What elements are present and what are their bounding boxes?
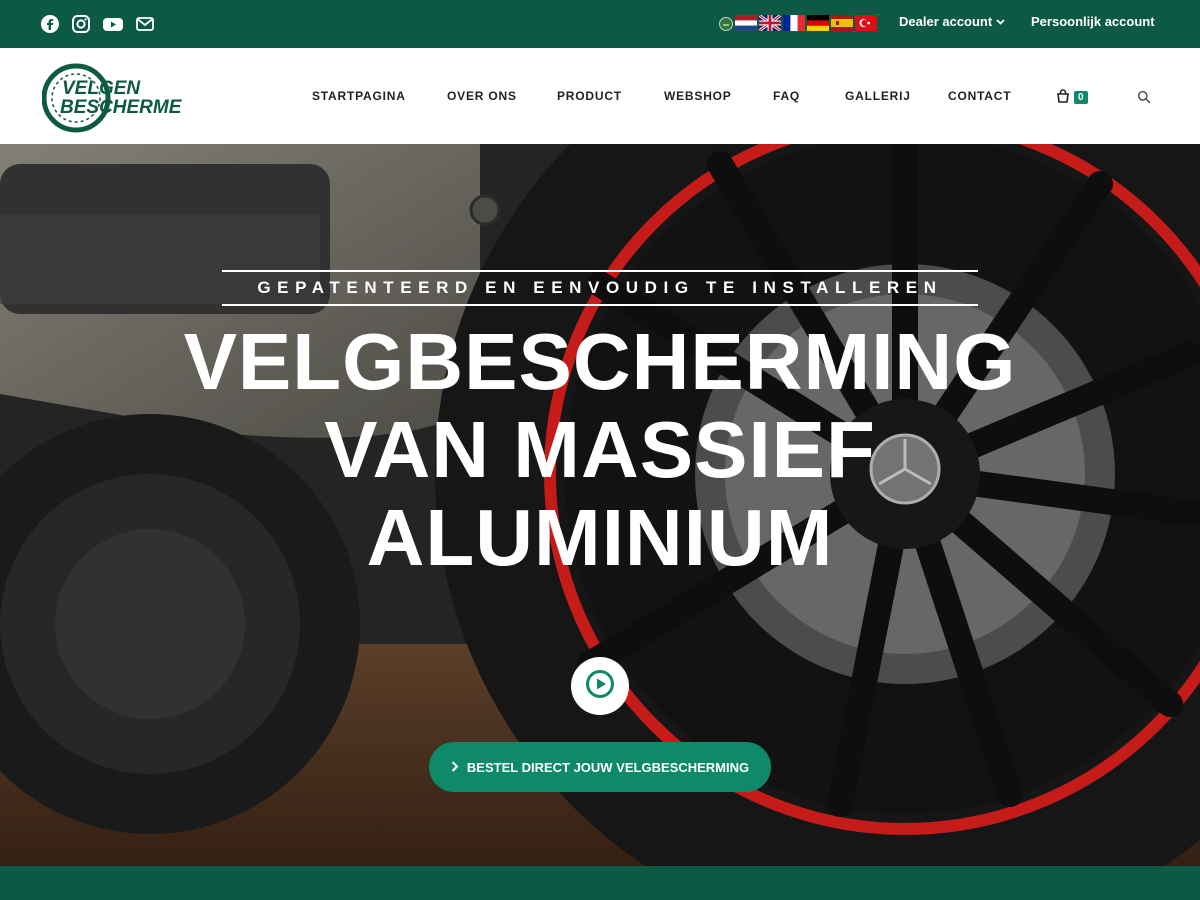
headline-line-1: VELGBESCHERMING xyxy=(183,317,1017,406)
turkey-flag[interactable] xyxy=(855,15,877,31)
search-icon[interactable] xyxy=(1137,89,1151,104)
hero-eyebrow-text: GEPATENTEERD EN EENVOUDIG TE INSTALLEREN xyxy=(257,278,943,297)
play-icon xyxy=(585,669,615,703)
netherlands-flag[interactable] xyxy=(735,15,757,31)
nav-contact[interactable]: CONTACT xyxy=(948,89,1011,103)
bottom-bar xyxy=(0,866,1200,900)
cart-button[interactable]: 0 xyxy=(1056,88,1088,107)
hero-headline: VELGBESCHERMING VAN MASSIEF ALUMINIUM xyxy=(0,318,1200,582)
hero-section: GEPATENTEERD EN EENVOUDIG TE INSTALLEREN… xyxy=(0,144,1200,866)
play-video-button[interactable] xyxy=(571,657,629,715)
spain-flag[interactable] xyxy=(831,15,853,31)
nav-gallerij[interactable]: GALLERIJ xyxy=(845,89,911,103)
nav-product[interactable]: PRODUCT xyxy=(557,89,622,103)
nav-startpagina[interactable]: STARTPAGINA xyxy=(312,89,406,103)
youtube-icon[interactable] xyxy=(102,14,124,34)
language-flags xyxy=(719,13,877,33)
headline-line-2: VAN MASSIEF xyxy=(324,405,876,494)
site-header: VELGEN BESCHERMER STARTPAGINA OVER ONS P… xyxy=(0,48,1200,144)
france-flag[interactable] xyxy=(783,15,805,31)
svg-text:VELGEN: VELGEN xyxy=(62,78,141,99)
velgen-beschermer-logo[interactable]: VELGEN BESCHERMER xyxy=(41,63,195,133)
top-bar: Dealer account Persoonlijk account xyxy=(0,0,1200,48)
chevron-down-icon xyxy=(996,14,1005,29)
uk-flag[interactable] xyxy=(758,13,782,33)
dealer-account-label: Dealer account xyxy=(899,14,993,29)
shopping-bag-icon xyxy=(1056,88,1070,107)
order-cta-label: BESTEL DIRECT JOUW VELGBESCHERMING xyxy=(466,759,750,775)
facebook-icon[interactable] xyxy=(40,14,60,34)
arabic-flag[interactable] xyxy=(719,16,733,31)
instagram-icon[interactable] xyxy=(71,14,91,34)
hero-eyebrow: GEPATENTEERD EN EENVOUDIG TE INSTALLEREN xyxy=(222,270,978,306)
nav-webshop[interactable]: WEBSHOP xyxy=(664,89,732,103)
cart-count-badge: 0 xyxy=(1074,91,1088,104)
order-cta-button[interactable]: BESTEL DIRECT JOUW VELGBESCHERMING xyxy=(429,742,771,792)
germany-flag[interactable] xyxy=(807,15,829,31)
social-links xyxy=(40,14,155,34)
svg-text:BESCHERMER: BESCHERMER xyxy=(60,97,182,118)
email-icon[interactable] xyxy=(135,14,155,34)
nav-over-ons[interactable]: OVER ONS xyxy=(447,89,517,103)
chevron-right-icon xyxy=(451,760,459,775)
dealer-account-menu[interactable]: Dealer account xyxy=(899,14,1005,29)
nav-faq[interactable]: FAQ xyxy=(773,89,800,103)
headline-line-3: ALUMINIUM xyxy=(366,493,834,582)
personal-account-link[interactable]: Persoonlijk account xyxy=(1031,14,1155,29)
